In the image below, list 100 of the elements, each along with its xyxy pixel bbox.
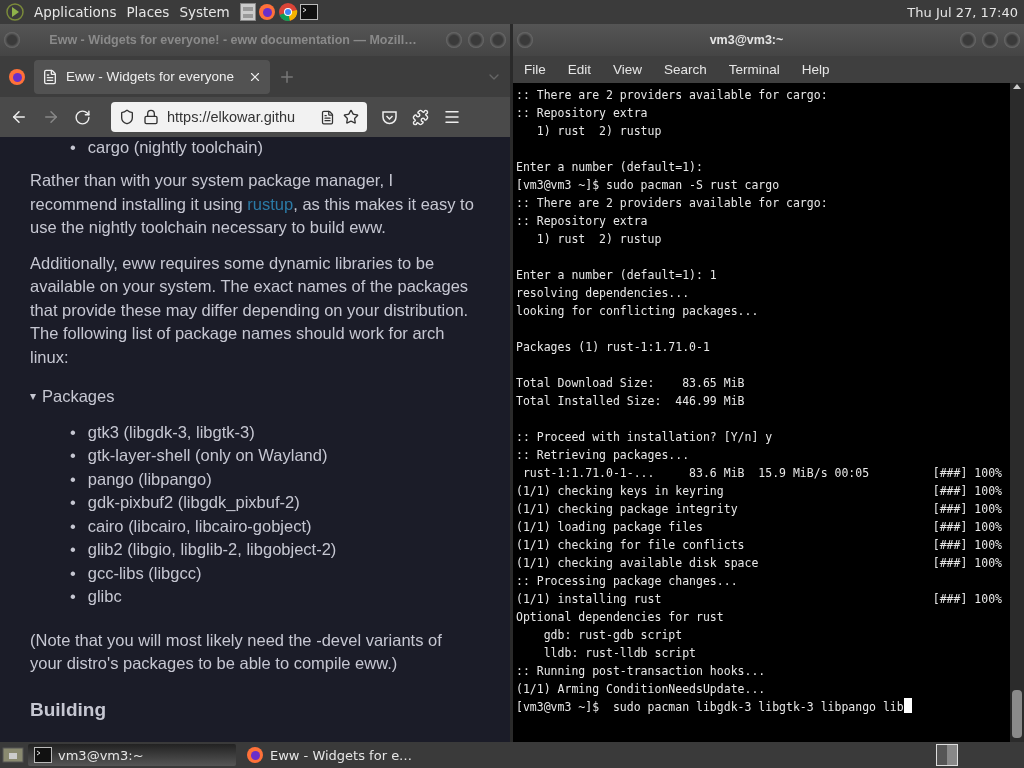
back-icon[interactable]	[10, 108, 28, 126]
bullet: •	[70, 515, 76, 537]
url-field[interactable]: https://elkowar.githu	[111, 102, 367, 132]
bullet: •	[70, 421, 76, 443]
terminal-line: gdb: rust-gdb script	[542, 627, 683, 644]
package-item: gcc-libs (libgcc)	[87, 562, 202, 584]
terminal-line: [vm3@vm3 ~]$ sudo pacman -S rust cargo	[516, 177, 780, 194]
panel-menu[interactable]: Applications	[34, 4, 117, 20]
progress-status: [###] 100%	[932, 501, 1002, 518]
terminal-line: resolving dependencies...	[516, 285, 690, 302]
menu-logo-icon[interactable]	[6, 3, 24, 21]
terminal-line: (1/1) checking package integrity	[516, 501, 738, 518]
terminal-line: :: Retrieving packages...	[516, 447, 690, 464]
paragraph: (Note that you will most likely need the -devel variants of your distro's packages to be able to compile eww.)	[30, 629, 443, 674]
package-item: glibc	[87, 586, 122, 607]
task-button[interactable]: Eww - Widgets for e…	[240, 744, 448, 766]
progress-status: [###] 100%	[932, 537, 1002, 554]
bullet: •	[70, 445, 76, 466]
reload-icon[interactable]	[74, 108, 91, 126]
terminal-line: 1) rust 2) rustup	[535, 231, 662, 248]
bullet: •	[70, 586, 76, 607]
terminal-line: lldb: rust-lldb script	[542, 645, 696, 662]
bullet: •	[70, 492, 76, 513]
progress-status: [###] 100%	[932, 465, 1002, 482]
browser-logo-icon[interactable]	[8, 67, 26, 86]
panel-menu[interactable]: System	[179, 4, 230, 20]
shield-icon[interactable]	[119, 109, 135, 125]
forward-icon[interactable]	[42, 108, 60, 126]
workspace-switcher[interactable]	[936, 744, 958, 766]
browser-logo-icon[interactable]	[257, 3, 276, 21]
terminal-line: (1/1) loading package files	[516, 519, 703, 536]
terminal-icon	[34, 747, 52, 763]
menu-item[interactable]: Edit	[567, 62, 592, 77]
terminal-line: :: Running post-transaction hooks...	[516, 663, 766, 680]
terminal-line: rust-1:1.71.0-1-... 83.6 MiB 15.9 MiB/s 00:05	[521, 465, 870, 482]
details-summary[interactable]: Packages	[42, 385, 115, 409]
menu-icon[interactable]	[443, 108, 461, 126]
terminal-line: (1/1) checking keys in keyring	[516, 483, 724, 500]
disclosure-toggle[interactable]: ▾	[30, 385, 36, 409]
clock[interactable]: Thu Jul 27, 17:40	[907, 4, 1018, 20]
bullet: •	[70, 539, 76, 560]
lock-icon[interactable]	[143, 109, 159, 125]
panel-menu[interactable]: Places	[126, 4, 170, 20]
package-item: gtk-layer-shell (only on Wayland)	[87, 445, 328, 466]
bullet: •	[70, 468, 76, 490]
bullet: •	[70, 137, 76, 157]
text-cursor	[903, 698, 912, 713]
terminal-line: (1/1) checking for file conflicts	[516, 537, 745, 554]
scrollbar[interactable]	[1010, 83, 1024, 742]
terminal-line: Packages (1) rust-1:1.71.0-1	[516, 339, 710, 356]
progress-status: [###] 100%	[932, 555, 1002, 572]
extensions-icon[interactable]	[412, 108, 429, 126]
package-item: gtk3 (libgdk-3, libgtk-3)	[87, 421, 255, 443]
file-cabinet-icon[interactable]	[239, 3, 256, 21]
window-title: vm3@vm3:~	[708, 33, 785, 47]
terminal-line: looking for conflicting packages...	[516, 303, 759, 320]
terminal-line: :: There are 2 providers available for cargo:	[516, 195, 828, 212]
terminal-line: Optional dependencies for rust	[516, 609, 724, 626]
package-item: pango (libpango)	[87, 468, 212, 490]
terminal-line: 1) rust 2) rustup	[535, 123, 662, 140]
browser-logo-icon	[246, 746, 264, 764]
pocket-icon[interactable]	[381, 108, 398, 126]
rustup-link[interactable]: rustup	[247, 194, 294, 213]
star-icon[interactable]	[343, 109, 359, 125]
menu-item[interactable]: Help	[801, 62, 830, 77]
terminal-line: Total Installed Size: 446.99 MiB	[516, 393, 745, 410]
terminal-line: Enter a number (default=1): 1	[516, 267, 717, 284]
document-icon	[42, 68, 58, 85]
progress-status: [###] 100%	[932, 591, 1002, 608]
show-desktop-icon[interactable]	[2, 745, 24, 765]
browser-tab[interactable]: Eww - Widgets for everyone	[34, 59, 270, 94]
menu-item[interactable]: Terminal	[728, 62, 780, 77]
menu-item[interactable]: View	[613, 62, 643, 77]
package-item: glib2 (libgio, libglib-2, libgobject-2)	[87, 539, 337, 560]
paragraph: Rather than with your system package manager, I recommend installing it using rustup, as this makes it easy to use the nightly toolchain necessary to build eww.	[30, 170, 475, 238]
terminal-line: (1/1) checking available disk space	[516, 555, 759, 572]
terminal-line: :: Processing package changes...	[516, 573, 738, 590]
chrome-logo-icon[interactable]	[277, 2, 298, 22]
package-item: gdk-pixbuf2 (libgdk_pixbuf-2)	[87, 492, 300, 513]
terminal-line: :: Proceed with installation? [Y/n] y	[516, 429, 773, 446]
menu-item[interactable]: Search	[664, 62, 707, 77]
window-title: Eww - Widgets for everyone! - eww documentation — Mozill…	[48, 33, 418, 47]
progress-status: [###] 100%	[932, 483, 1002, 500]
section-heading: Building	[30, 697, 107, 722]
scroll-thumb[interactable]	[1012, 690, 1022, 738]
paragraph: Additionally, eww requires some dynamic libraries to be available on your system. The exact names of the packages that provide these may differ depending on your distribution. The following list of package names should work for arch linux:	[30, 252, 470, 368]
terminal-line: Enter a number (default=1):	[516, 159, 703, 176]
progress-status: [###] 100%	[932, 519, 1002, 536]
list-item: cargo (nightly toolchain)	[87, 137, 263, 157]
terminal-line: (1/1) installing rust	[516, 591, 662, 608]
terminal-line: :: There are 2 providers available for cargo:	[516, 87, 828, 104]
terminal-icon[interactable]	[299, 4, 318, 20]
bullet: •	[70, 562, 76, 584]
terminal-line: :: Repository extra	[516, 213, 648, 230]
reader-view-icon[interactable]	[320, 109, 335, 125]
task-button[interactable]: vm3@vm3:~	[28, 744, 236, 766]
package-item: cairo (libcairo, libcairo-gobject)	[87, 515, 312, 537]
terminal-line: :: Repository extra	[516, 105, 648, 122]
terminal-line: (1/1) Arming ConditionNeedsUpdate...	[516, 681, 766, 698]
menu-item[interactable]: File	[524, 62, 546, 77]
